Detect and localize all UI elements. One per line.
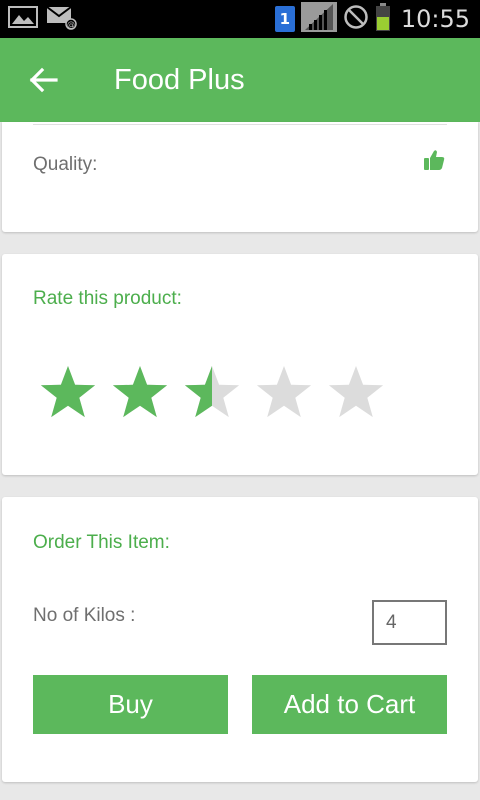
page-title: Food Plus <box>114 64 245 96</box>
signal-icon <box>300 2 337 36</box>
rating-card: Rate this product: <box>2 254 478 475</box>
quality-card: Quality: <box>2 122 478 232</box>
rating-label: Rate this product: <box>33 288 182 309</box>
email-icon: @ <box>46 4 78 34</box>
status-bar-left: @ <box>8 6 78 32</box>
kilos-input[interactable]: 4 <box>372 600 447 645</box>
app-bar: Food Plus <box>0 38 480 122</box>
star-icon[interactable] <box>254 363 314 423</box>
sim-icon: 1 <box>274 6 295 32</box>
divider <box>33 124 447 125</box>
order-label: Order This Item: <box>33 532 170 553</box>
gallery-icon <box>8 5 38 33</box>
status-bar: @ 1 10:55 <box>0 0 480 38</box>
svg-text:@: @ <box>67 20 75 29</box>
star-icon[interactable] <box>326 363 386 423</box>
star-icon[interactable] <box>182 363 242 423</box>
quality-label: Quality: <box>33 154 98 175</box>
thumbs-up-icon[interactable] <box>422 148 446 172</box>
back-button[interactable] <box>26 62 62 98</box>
star-icon[interactable] <box>110 363 170 423</box>
blocked-icon <box>343 4 369 34</box>
buy-button[interactable]: Buy <box>33 675 228 734</box>
status-bar-right: 1 10:55 <box>274 2 470 36</box>
order-card: Order This Item: No of Kilos : 4 Buy Add… <box>2 497 478 782</box>
status-time: 10:55 <box>400 5 470 33</box>
battery-icon <box>375 3 391 35</box>
arrow-left-icon <box>26 67 62 102</box>
star-icon[interactable] <box>38 363 98 423</box>
rating-stars[interactable] <box>38 363 386 425</box>
kilos-label: No of Kilos : <box>33 605 136 626</box>
add-to-cart-button[interactable]: Add to Cart <box>252 675 447 734</box>
